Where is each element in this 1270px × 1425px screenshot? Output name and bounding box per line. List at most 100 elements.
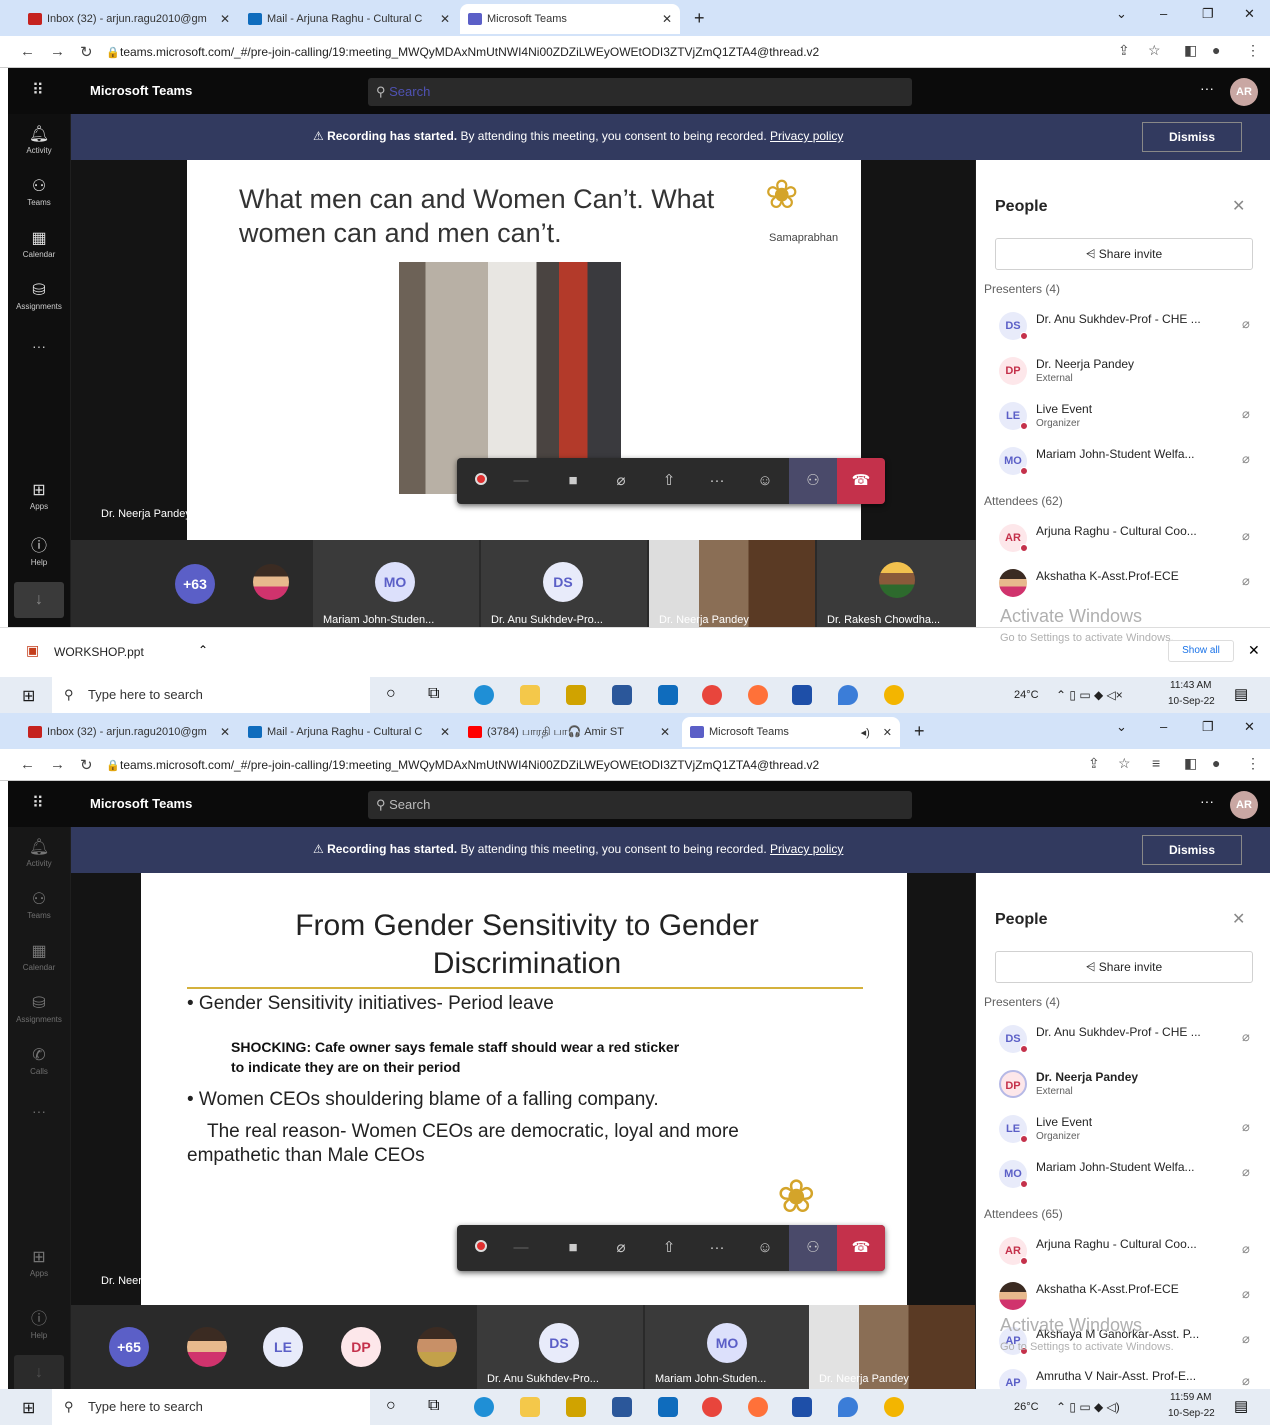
participant-row[interactable]: Akshatha K-Asst.Prof-ECE ⌀ <box>994 1276 1264 1316</box>
mic-off-icon[interactable]: ⌀ <box>597 1225 645 1271</box>
tab-gmail[interactable]: Inbox (32) - arjun.ragu2010@gm ✕ <box>20 717 238 747</box>
participant-row[interactable]: DS Dr. Anu Sukhdev-Prof - CHE ... ⌀ <box>994 1019 1264 1059</box>
new-tab-button[interactable]: + <box>694 8 705 29</box>
privacy-policy-link[interactable]: Privacy policy <box>770 129 843 143</box>
word-icon[interactable] <box>612 685 632 705</box>
taskbar-search-input[interactable]: ⚲ Type here to search <box>52 1389 370 1425</box>
app-icon[interactable] <box>838 685 858 705</box>
firefox-icon[interactable] <box>748 1397 768 1417</box>
close-tab-icon[interactable]: ✕ <box>220 12 230 26</box>
dismiss-button[interactable]: Dismiss <box>1142 122 1242 152</box>
participant-initials[interactable]: LE <box>263 1327 303 1367</box>
more-options-icon[interactable]: ··· <box>1200 793 1214 809</box>
search-input[interactable]: ⚲ Search <box>368 78 912 106</box>
share-icon[interactable]: ⇪ <box>1088 755 1100 772</box>
bookmark-star-icon[interactable]: ☆ <box>1118 755 1131 772</box>
chat-icon[interactable]: ☺ <box>741 1225 789 1271</box>
rail-apps[interactable]: ⊞ Apps <box>8 480 70 511</box>
close-tab-icon[interactable]: ✕ <box>662 12 672 26</box>
participant-avatar[interactable] <box>187 1327 227 1367</box>
app-icon[interactable] <box>792 685 812 705</box>
rail-assignments[interactable]: ⛁ Assignments <box>8 993 70 1024</box>
participant-row[interactable]: MO Mariam John-Student Welfa... ⌀ <box>994 441 1264 481</box>
url-field[interactable]: teams.microsoft.com/_#/pre-join-calling/… <box>120 754 1120 776</box>
participant-row[interactable]: AP Amrutha V Nair-Asst. Prof-E... ⌀ <box>994 1363 1264 1389</box>
tab-outlook[interactable]: Mail - Arjuna Raghu - Cultural C ✕ <box>240 4 458 34</box>
participant-video-tile[interactable]: Dr. Neerja Pandey <box>649 540 815 630</box>
clock-time[interactable]: 11:43 AM <box>1170 680 1212 691</box>
hang-up-button[interactable]: ☎ <box>837 1225 885 1271</box>
cortana-icon[interactable]: ○ <box>386 1397 396 1415</box>
share-invite-button[interactable]: ⩤ Share invite <box>995 951 1253 983</box>
more-actions-icon[interactable]: ··· <box>693 458 741 504</box>
app-launcher-icon[interactable]: ⠿ <box>32 80 44 100</box>
mail-icon[interactable] <box>658 1397 678 1417</box>
avatar[interactable]: AR <box>1230 791 1258 819</box>
chrome-icon[interactable] <box>702 685 722 705</box>
rail-more-icon[interactable]: ··· <box>8 338 70 354</box>
participant-row[interactable]: MO Mariam John-Student Welfa... ⌀ <box>994 1154 1264 1194</box>
profile-icon[interactable]: ● <box>1212 42 1220 58</box>
participant-row[interactable]: LE Live Event Organizer ⌀ <box>994 1109 1264 1149</box>
task-view-icon[interactable]: ⧉ <box>428 685 439 703</box>
close-panel-icon[interactable]: ✕ <box>1232 909 1245 929</box>
close-panel-icon[interactable]: ✕ <box>1232 196 1245 216</box>
edge-icon[interactable] <box>474 685 494 705</box>
close-window-icon[interactable]: ✕ <box>1244 719 1255 735</box>
camera-off-icon[interactable]: ■ <box>549 1225 597 1271</box>
search-input[interactable]: ⚲ Search <box>368 791 912 819</box>
sidebar-icon[interactable]: ◧ <box>1184 42 1197 59</box>
weather-temp[interactable]: 24°C <box>1014 689 1039 701</box>
windows-start-icon[interactable]: ⊞ <box>22 1398 35 1418</box>
download-app-icon[interactable]: ↓ <box>14 1355 64 1391</box>
chevron-up-icon[interactable]: ⌃ <box>198 643 208 657</box>
minimize-icon[interactable]: – <box>1160 719 1167 734</box>
tab-teams[interactable]: Microsoft Teams ✕ <box>460 4 680 34</box>
participant-row[interactable]: DS Dr. Anu Sukhdev-Prof - CHE ... ⌀ <box>994 306 1264 346</box>
presenters-header[interactable]: Presenters (4) <box>984 282 1060 296</box>
participant-tile[interactable]: DS Dr. Anu Sukhdev-Pro... <box>481 540 647 630</box>
close-tab-icon[interactable]: ✕ <box>660 725 670 739</box>
share-screen-icon[interactable]: ⇧ <box>645 1225 693 1271</box>
chat-icon[interactable]: ☺ <box>741 458 789 504</box>
clock-date[interactable]: 10-Sep-22 <box>1168 696 1215 707</box>
taskbar-search-input[interactable]: ⚲ Type here to search <box>52 677 370 713</box>
clock-date[interactable]: 10-Sep-22 <box>1168 1408 1215 1419</box>
privacy-policy-link[interactable]: Privacy policy <box>770 842 843 856</box>
system-tray-icons[interactable]: ⌃ ▯ ▭ ◆ ◁) <box>1056 1400 1120 1414</box>
close-window-icon[interactable]: ✕ <box>1244 6 1255 22</box>
share-screen-icon[interactable]: ⇧ <box>645 458 693 504</box>
app-icon[interactable] <box>838 1397 858 1417</box>
participant-tile[interactable]: MO Mariam John-Studen... <box>645 1305 811 1389</box>
weather-temp[interactable]: 26°C <box>1014 1401 1039 1413</box>
participant-row[interactable]: LE Live Event Organizer ⌀ <box>994 396 1264 436</box>
rail-help[interactable]: ⓘ Help <box>8 532 70 567</box>
rail-activity[interactable]: 🔔︎ Activity <box>8 124 70 155</box>
presenters-header[interactable]: Presenters (4) <box>984 995 1060 1009</box>
share-icon[interactable]: ⇪ <box>1118 42 1130 59</box>
rail-apps[interactable]: ⊞ Apps <box>8 1247 70 1278</box>
back-icon[interactable]: ← <box>20 756 35 773</box>
participant-initials[interactable]: DP <box>341 1327 381 1367</box>
chrome-icon[interactable] <box>884 1397 904 1417</box>
more-actions-icon[interactable]: ··· <box>693 1225 741 1271</box>
forward-icon[interactable]: → <box>50 43 65 60</box>
menu-dots-icon[interactable]: ⋮ <box>1246 42 1260 59</box>
close-download-bar-icon[interactable]: ✕ <box>1248 642 1260 659</box>
file-explorer-icon[interactable] <box>520 1397 540 1417</box>
restore-icon[interactable]: ❐ <box>1202 719 1214 735</box>
participant-row[interactable]: DP Dr. Neerja Pandey External <box>994 351 1264 391</box>
restore-icon[interactable]: ❐ <box>1202 6 1214 22</box>
url-field[interactable]: teams.microsoft.com/_#/pre-join-calling/… <box>120 41 1120 63</box>
people-icon[interactable]: ⚇ <box>789 1225 837 1271</box>
sidebar-icon[interactable]: ◧ <box>1184 755 1197 772</box>
system-tray-icons[interactable]: ⌃ ▯ ▭ ◆ ◁× <box>1056 688 1123 702</box>
chrome-icon[interactable] <box>702 1397 722 1417</box>
tab-teams[interactable]: Microsoft Teams ◂) ✕ <box>682 717 900 747</box>
avatar[interactable]: AR <box>1230 78 1258 106</box>
rail-teams[interactable]: ⚇ Teams <box>8 176 70 207</box>
mic-off-icon[interactable]: ⌀ <box>597 458 645 504</box>
participant-tile[interactable]: MO Mariam John-Studen... <box>313 540 479 630</box>
app-launcher-icon[interactable]: ⠿ <box>32 793 44 813</box>
rail-more-icon[interactable]: ··· <box>8 1103 70 1119</box>
